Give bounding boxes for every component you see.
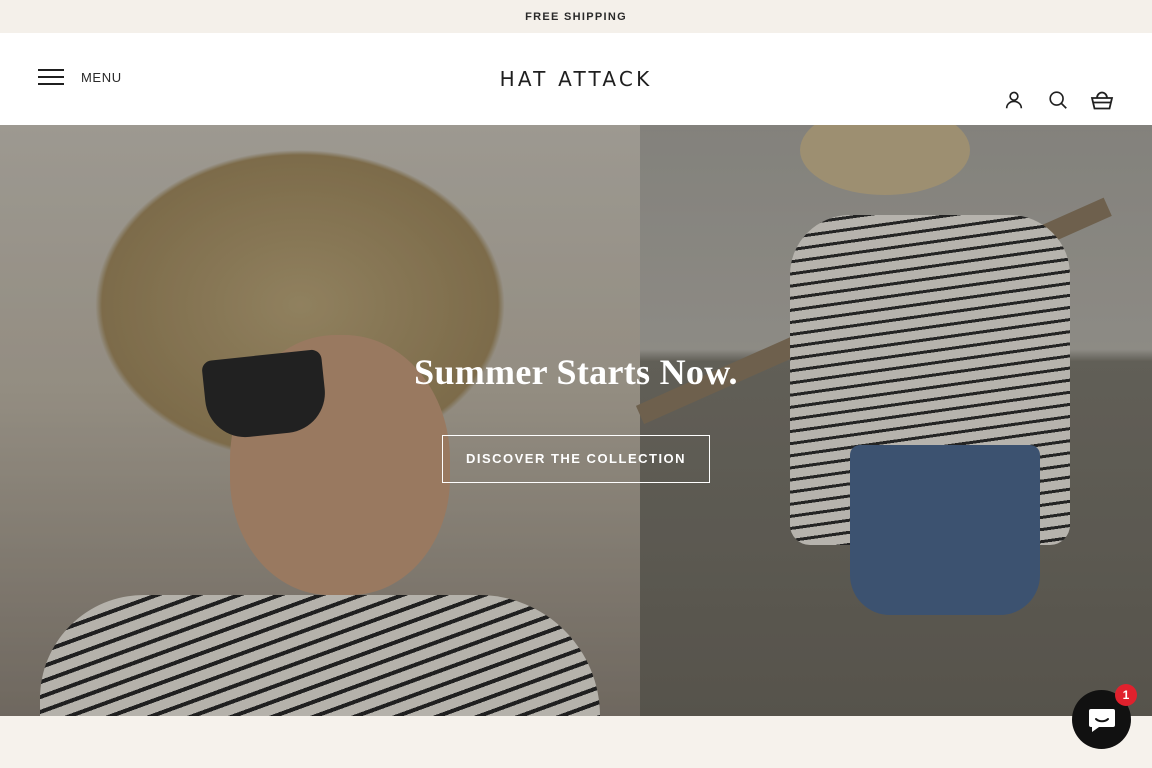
announcement-bar: FREE SHIPPING — [0, 0, 1152, 33]
hero-content: Summer Starts Now. DISCOVER THE COLLECTI… — [0, 351, 1152, 483]
account-icon[interactable] — [1002, 88, 1026, 112]
hero-banner: Summer Starts Now. DISCOVER THE COLLECTI… — [0, 125, 1152, 716]
cart-icon[interactable] — [1090, 88, 1114, 112]
site-header: MENU HAT ATTACK — [0, 33, 1152, 125]
announcement-text: FREE SHIPPING — [525, 10, 627, 23]
site-logo[interactable]: HAT ATTACK — [0, 67, 1152, 91]
chat-icon — [1088, 708, 1115, 732]
chat-notification-badge: 1 — [1115, 684, 1137, 706]
discover-collection-button[interactable]: DISCOVER THE COLLECTION — [441, 435, 711, 483]
header-actions — [1002, 88, 1114, 112]
search-icon[interactable] — [1046, 88, 1070, 112]
hero-title: Summer Starts Now. — [414, 352, 738, 392]
